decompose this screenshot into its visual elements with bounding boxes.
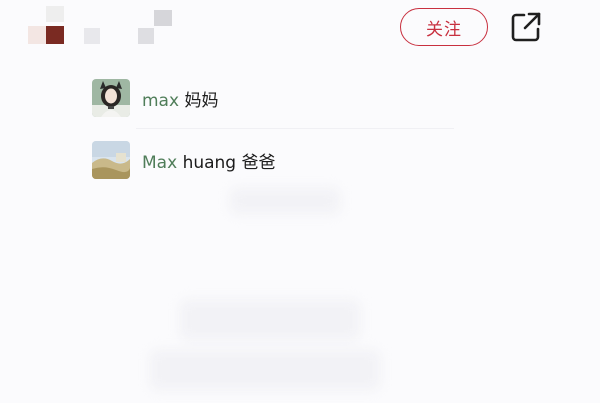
list-item[interactable]: Max huang 爸爸 bbox=[92, 138, 454, 182]
like-user-name[interactable]: Max huang 爸爸 bbox=[142, 148, 276, 173]
follow-button[interactable]: 关注 bbox=[400, 8, 488, 46]
portrait-woman-avatar[interactable] bbox=[92, 79, 130, 117]
remark: 妈妈 bbox=[184, 90, 219, 111]
nickname: Max bbox=[142, 152, 178, 173]
divider bbox=[136, 128, 454, 129]
landscape-avatar[interactable] bbox=[92, 141, 130, 179]
blurred-content bbox=[230, 188, 340, 214]
nickname: max bbox=[142, 90, 180, 111]
list-item[interactable]: max 妈妈 bbox=[92, 76, 454, 129]
blurred-content bbox=[150, 350, 380, 390]
likes-list: max 妈妈 Max huang 爸爸 bbox=[92, 76, 454, 182]
blurred-content bbox=[180, 300, 360, 340]
share-external-icon[interactable] bbox=[510, 11, 542, 43]
like-user-name[interactable]: max 妈妈 bbox=[142, 86, 218, 111]
remark: huang 爸爸 bbox=[182, 152, 276, 173]
pixelated-avatar[interactable] bbox=[26, 6, 176, 48]
